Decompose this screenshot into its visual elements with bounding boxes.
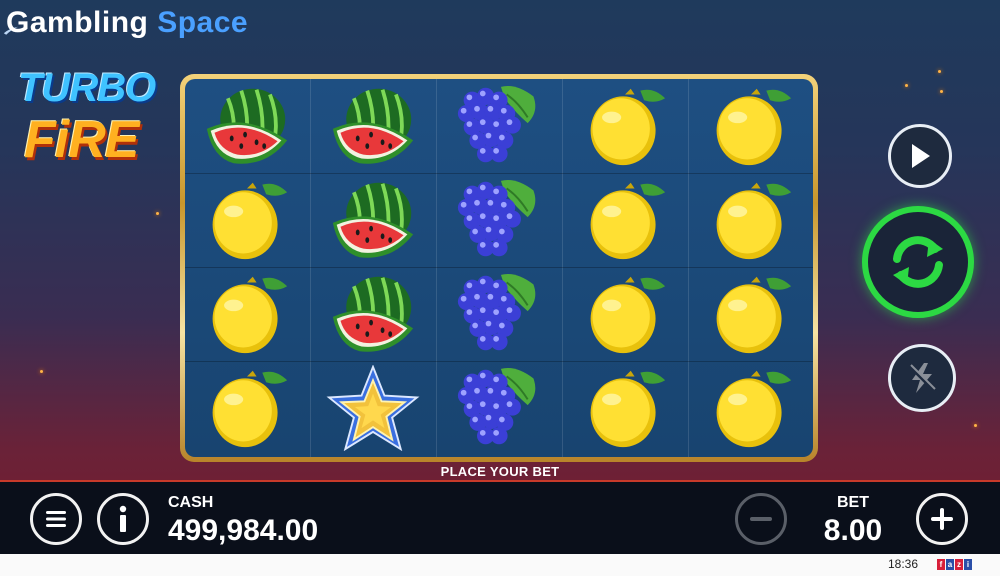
- reel-cell: [689, 79, 813, 173]
- reel-cell: [437, 79, 561, 173]
- watermelon-icon: [332, 182, 414, 258]
- lemon-icon: [716, 370, 792, 448]
- turbo-button[interactable]: [888, 344, 956, 412]
- plus-icon: [931, 508, 953, 530]
- reel-cell: [563, 267, 687, 361]
- lemon-icon: [716, 182, 792, 260]
- watermelon-icon: [206, 88, 288, 164]
- game-logo-line-2: FiRE: [24, 111, 139, 169]
- clock: 18:36: [888, 557, 919, 571]
- reel-cell: [311, 173, 435, 267]
- ember-spark: [40, 370, 43, 373]
- play-icon: [912, 144, 930, 168]
- reel-cell: [311, 79, 435, 173]
- provider-logo: f a z i: [937, 559, 972, 570]
- status-message: PLACE YOUR BET: [440, 464, 560, 479]
- reel-cell: [689, 173, 813, 267]
- bet-label: BET: [837, 494, 869, 511]
- reels-frame: [180, 74, 818, 462]
- cash-label: CASH: [168, 494, 214, 511]
- watermelon-icon: [332, 88, 414, 164]
- reel-cell: [689, 361, 813, 455]
- watermelon-icon: [332, 276, 414, 352]
- bet-value: 8.00: [823, 514, 883, 547]
- ember-spark: [974, 424, 977, 427]
- reel-cell: [185, 361, 309, 455]
- reel-cell: [563, 173, 687, 267]
- refresh-icon: [893, 236, 943, 288]
- lemon-icon: [590, 276, 666, 354]
- reel-cell: [437, 361, 561, 455]
- game-logo: TURBO FiRE: [16, 66, 166, 176]
- star-icon: [326, 365, 420, 451]
- ember-spark: [938, 70, 941, 73]
- hamburger-icon: [46, 511, 66, 527]
- menu-button[interactable]: [30, 493, 82, 545]
- ember-spark: [905, 84, 908, 87]
- reels-grid: [185, 79, 813, 457]
- reel-cell: [437, 267, 561, 361]
- grapes-icon: [457, 85, 536, 163]
- provider-logo-letter: i: [964, 559, 972, 570]
- reel-cell: [563, 79, 687, 173]
- provider-logo-letter: z: [955, 559, 963, 570]
- game-logo-line-1: TURBO: [18, 66, 156, 110]
- reel-cell: [311, 361, 435, 455]
- lemon-icon: [212, 370, 288, 448]
- grapes-icon: [457, 367, 536, 445]
- reel-cell: [185, 173, 309, 267]
- lightning-icon: [908, 363, 936, 393]
- decrease-bet-button[interactable]: [735, 493, 787, 545]
- lemon-icon: [716, 88, 792, 166]
- reel-cell: [689, 267, 813, 361]
- lemon-icon: [590, 370, 666, 448]
- ember-spark: [940, 90, 943, 93]
- reel-cell: [185, 79, 309, 173]
- lemon-icon: [212, 182, 288, 260]
- lemon-icon: [590, 88, 666, 166]
- ember-spark: [156, 212, 159, 215]
- system-status-bar: 18:36 f a z i: [0, 554, 1000, 576]
- info-icon: [119, 505, 127, 532]
- cash-value: 499,984.00: [168, 514, 319, 547]
- reel-cell: [563, 361, 687, 455]
- lemon-icon: [212, 276, 288, 354]
- bottom-control-bar: CASH 499,984.00 BET 8.00: [0, 480, 1000, 556]
- brand-word-1: Gambling: [6, 6, 149, 39]
- grapes-icon: [457, 179, 536, 257]
- spin-button[interactable]: [862, 206, 974, 318]
- autoplay-button[interactable]: [888, 124, 952, 188]
- lemon-icon: [590, 182, 666, 260]
- provider-logo-letter: a: [946, 559, 954, 570]
- reel-cell: [437, 173, 561, 267]
- grapes-icon: [457, 273, 536, 351]
- lemon-icon: [716, 276, 792, 354]
- brand-word-2: Space: [157, 6, 249, 39]
- increase-bet-button[interactable]: [916, 493, 968, 545]
- top-header: Gambling Space: [0, 0, 1000, 50]
- reel-cell: [185, 267, 309, 361]
- brand-logo: Gambling Space: [6, 6, 248, 40]
- provider-logo-letter: f: [937, 559, 945, 570]
- reel-cell: [311, 267, 435, 361]
- minus-icon: [750, 517, 772, 521]
- info-button[interactable]: [97, 493, 149, 545]
